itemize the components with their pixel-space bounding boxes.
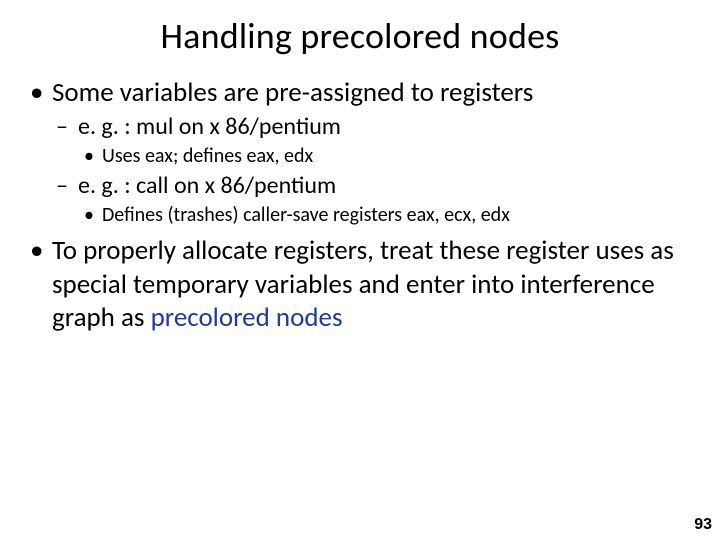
bullet-1b-text: e. g. : call on x 86/pentium — [78, 171, 336, 200]
bullet-2-highlight: precolored nodes — [151, 301, 343, 334]
bullet-1b1-text: Defines (trashes) caller-save registers … — [102, 203, 510, 227]
bullet-2-text: To properly allocate registers, treat th… — [52, 234, 674, 335]
bullet-1: Some variables are pre-assigned to regis… — [24, 76, 696, 228]
bullet-1a-sublist: Uses eax; defines eax, edx — [78, 144, 696, 169]
page-number: 93 — [694, 516, 712, 534]
bullet-1-text: Some variables are pre-assigned to regis… — [52, 76, 533, 109]
bullet-2: To properly allocate registers, treat th… — [24, 234, 696, 335]
slide-body: Some variables are pre-assigned to regis… — [0, 64, 720, 335]
bullet-1b-sublist: Defines (trashes) caller-save registers … — [78, 203, 696, 228]
bullet-1-sublist: e. g. : mul on x 86/pentium Uses eax; de… — [52, 112, 696, 228]
bullet-list: Some variables are pre-assigned to regis… — [24, 76, 696, 335]
bullet-1b: e. g. : call on x 86/pentium Defines (tr… — [52, 171, 696, 228]
bullet-1a-text: e. g. : mul on x 86/pentium — [78, 112, 341, 141]
bullet-1b1: Defines (trashes) caller-save registers … — [78, 203, 696, 228]
bullet-1a: e. g. : mul on x 86/pentium Uses eax; de… — [52, 112, 696, 169]
slide-title: Handling precolored nodes — [0, 0, 720, 64]
bullet-1a1: Uses eax; defines eax, edx — [78, 144, 696, 169]
bullet-1a1-text: Uses eax; defines eax, edx — [102, 144, 313, 168]
slide: Handling precolored nodes Some variables… — [0, 0, 720, 540]
